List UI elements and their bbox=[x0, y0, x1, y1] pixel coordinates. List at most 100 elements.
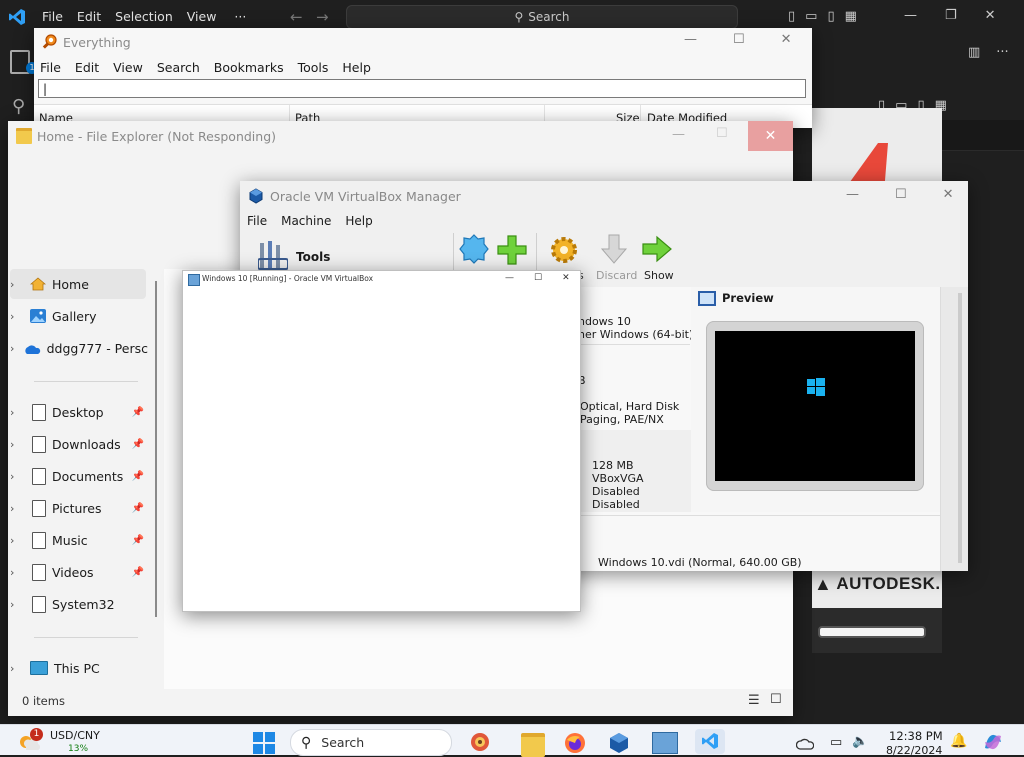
explorer-close-icon: ✕ bbox=[764, 128, 777, 144]
vbox-minimize-icon[interactable]: — bbox=[846, 187, 859, 202]
nav-music[interactable]: › Music 📌 bbox=[10, 525, 148, 555]
vbox-menu-machine[interactable]: Machine bbox=[281, 214, 331, 228]
nav-videos[interactable]: › Videos 📌 bbox=[10, 557, 148, 587]
settings-gear-icon[interactable] bbox=[548, 234, 580, 266]
toggle-primary-sidebar-icon[interactable]: ▯ bbox=[788, 9, 795, 24]
everything-menu-help[interactable]: Help bbox=[342, 60, 371, 75]
firefox-taskbar-icon[interactable] bbox=[564, 732, 586, 754]
toggle-secondary-sidebar-icon[interactable]: ▯ bbox=[827, 9, 834, 24]
vm-minimize-icon[interactable]: — bbox=[505, 273, 514, 283]
chevron-right-icon: › bbox=[10, 405, 15, 419]
vbox-scrollbar-thumb[interactable] bbox=[958, 293, 962, 563]
everything-maximize-icon[interactable]: ☐ bbox=[733, 32, 745, 47]
explorer-minimize-icon[interactable]: — bbox=[672, 127, 685, 142]
vscode-command-center[interactable]: ⚲ Search bbox=[346, 5, 738, 29]
vm-maximize-icon[interactable]: ☐ bbox=[534, 273, 542, 283]
everything-menu-search[interactable]: Search bbox=[157, 60, 200, 75]
vscode-back-icon[interactable]: ← bbox=[290, 8, 303, 26]
editor-more-icon[interactable]: ··· bbox=[996, 45, 1008, 60]
onedrive-tray-icon[interactable] bbox=[795, 738, 815, 750]
vbox-maximize-icon[interactable]: ☐ bbox=[895, 187, 907, 202]
vscode-menu-edit[interactable]: Edit bbox=[77, 9, 101, 24]
everything-minimize-icon[interactable]: — bbox=[684, 32, 697, 47]
vm-close-icon[interactable]: ✕ bbox=[562, 273, 570, 283]
preview-screen bbox=[715, 331, 915, 481]
notification-bell-icon[interactable]: 🔔 bbox=[950, 733, 967, 749]
start-button[interactable] bbox=[253, 732, 275, 754]
add-machine-icon[interactable] bbox=[496, 234, 528, 266]
nav-onedrive[interactable]: › ddgg777 - Persc bbox=[10, 333, 148, 363]
vbox-scrollbar[interactable] bbox=[940, 287, 968, 571]
vscode-forward-icon[interactable]: → bbox=[316, 8, 329, 26]
discard-arrow-icon[interactable] bbox=[598, 233, 630, 265]
nav-gallery[interactable]: › Gallery bbox=[10, 301, 148, 331]
vscode-minimize-icon[interactable]: — bbox=[904, 8, 917, 23]
everything-menubar: File Edit View Search Bookmarks Tools He… bbox=[40, 60, 385, 75]
detail-boot-order: Optical, Hard Disk bbox=[580, 400, 680, 413]
network-icon[interactable]: ▭ bbox=[830, 735, 842, 750]
nav-home[interactable]: › Home bbox=[10, 269, 146, 299]
vscode-menu-file[interactable]: File bbox=[42, 9, 63, 24]
customize-layout-icon[interactable]: ▦ bbox=[845, 9, 857, 24]
nav-system32[interactable]: › System32 bbox=[10, 589, 148, 619]
nav-downloads[interactable]: › Downloads 📌 bbox=[10, 429, 148, 459]
search-highlight-icon[interactable] bbox=[466, 731, 494, 753]
split-editor-icon[interactable]: ▥ bbox=[968, 45, 980, 60]
everything-menu-view[interactable]: View bbox=[113, 60, 143, 75]
detail-recording: Disabled bbox=[592, 498, 640, 511]
chevron-right-icon: › bbox=[10, 469, 15, 483]
nav-documents[interactable]: › Documents 📌 bbox=[10, 461, 148, 491]
vscode-close-icon[interactable]: ✕ bbox=[985, 8, 996, 23]
detail-separator bbox=[578, 515, 940, 516]
chevron-right-icon: › bbox=[10, 437, 15, 451]
clock-date[interactable]: 8/22/2024 bbox=[886, 744, 942, 757]
everything-menu-tools[interactable]: Tools bbox=[298, 60, 329, 75]
vbox-close-icon[interactable]: ✕ bbox=[943, 187, 954, 202]
everything-search-input[interactable]: | bbox=[38, 79, 806, 98]
pin-icon: 📌 bbox=[131, 470, 144, 482]
nav-pictures[interactable]: › Pictures 📌 bbox=[10, 493, 148, 523]
everything-menu-edit[interactable]: Edit bbox=[75, 60, 99, 75]
discard-label[interactable]: Discard bbox=[596, 269, 637, 282]
everything-close-icon[interactable]: ✕ bbox=[781, 32, 792, 47]
vbox-menu-file[interactable]: File bbox=[247, 214, 267, 228]
this-pc-icon bbox=[30, 661, 48, 675]
vm-display-area[interactable] bbox=[183, 289, 580, 611]
nav-scrollbar[interactable] bbox=[155, 281, 157, 617]
show-label[interactable]: Show bbox=[644, 269, 674, 282]
copilot-icon[interactable] bbox=[982, 732, 1004, 752]
virtualbox-taskbar-icon[interactable] bbox=[608, 732, 630, 754]
vscode-menu-selection[interactable]: Selection bbox=[115, 9, 173, 24]
clock-time[interactable]: 12:38 PM bbox=[889, 729, 943, 743]
explorer-close-button[interactable]: ✕ bbox=[748, 121, 793, 151]
pictures-icon bbox=[32, 499, 46, 517]
vscode-more-icon[interactable]: ··· bbox=[234, 9, 246, 24]
vscode-restore-icon[interactable]: ❐ bbox=[945, 8, 957, 23]
volume-icon[interactable]: 🔈 bbox=[852, 734, 868, 749]
vscode-taskbar-icon[interactable] bbox=[695, 729, 725, 754]
explorer-maximize-icon[interactable]: ☐ bbox=[716, 126, 728, 141]
show-arrow-icon[interactable] bbox=[641, 233, 673, 265]
new-machine-icon[interactable] bbox=[458, 233, 490, 265]
search-activity-icon[interactable]: ⚲ bbox=[12, 96, 25, 117]
chevron-right-icon: › bbox=[10, 309, 15, 323]
pin-icon: 📌 bbox=[131, 502, 144, 514]
tiles-view-icon[interactable]: ☐ bbox=[770, 692, 782, 707]
details-view-icon[interactable]: ☰ bbox=[748, 693, 760, 708]
taskbar-search-box[interactable]: ⚲ Search bbox=[290, 729, 452, 756]
gallery-icon bbox=[30, 309, 46, 323]
nav-this-pc[interactable]: › This PC bbox=[10, 653, 148, 683]
search-icon: ⚲ bbox=[514, 10, 524, 24]
chevron-right-icon: › bbox=[10, 277, 15, 291]
nav-desktop[interactable]: › Desktop 📌 bbox=[10, 397, 148, 427]
vscode-menu-view[interactable]: View bbox=[187, 9, 217, 24]
vm-taskbar-icon[interactable] bbox=[652, 732, 678, 754]
tools-label[interactable]: Tools bbox=[296, 250, 330, 264]
vbox-menu-help[interactable]: Help bbox=[345, 214, 372, 228]
toggle-panel-icon[interactable]: ▭ bbox=[805, 9, 817, 24]
autodesk-progress-bar bbox=[818, 626, 926, 638]
file-explorer-taskbar-icon[interactable] bbox=[521, 733, 545, 757]
everything-menu-bookmarks[interactable]: Bookmarks bbox=[214, 60, 284, 75]
everything-menu-file[interactable]: File bbox=[40, 60, 61, 75]
ticker-name[interactable]: USD/CNY bbox=[50, 729, 100, 742]
